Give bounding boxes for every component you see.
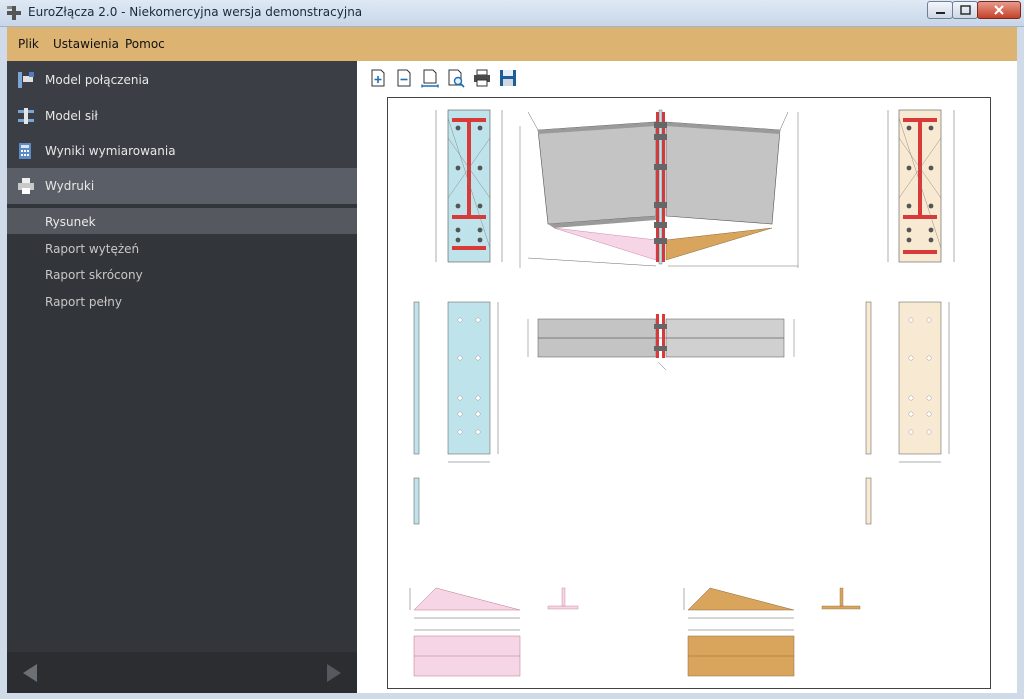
left-rib-detail <box>409 587 579 677</box>
print-icon[interactable] <box>472 68 492 88</box>
sidebar-item-label: Model sił <box>45 109 98 123</box>
new-page-icon[interactable] <box>368 68 388 88</box>
left-plate-detail <box>413 301 499 525</box>
calculator-icon <box>19 143 31 159</box>
forward-arrow-icon[interactable] <box>327 664 341 682</box>
sidebar-item-connection-model[interactable]: Model połączenia <box>7 62 357 98</box>
submenu-item-drawing[interactable]: Rysunek <box>7 208 357 234</box>
sidebar-item-label: Model połączenia <box>45 73 150 87</box>
sidebar-item-design-results[interactable]: Wyniki wymiarowania <box>7 133 357 169</box>
printer-icon <box>18 178 34 194</box>
close-icon <box>994 5 1004 15</box>
right-rib-detail <box>683 587 861 677</box>
submenu-item-label: Raport pełny <box>45 295 122 309</box>
beam-joint-view <box>519 109 799 268</box>
submenu-item-utilization-report[interactable]: Raport wytężeń <box>7 235 357 261</box>
sidebar-item-forces-model[interactable]: Model sił <box>7 98 357 134</box>
minimize-icon <box>936 12 945 14</box>
sidebar-footer <box>7 652 357 693</box>
submenu-item-label: Raport wytężeń <box>45 242 140 256</box>
fit-width-icon[interactable] <box>420 68 440 88</box>
menu-ustawienia[interactable]: Ustawienia <box>53 37 119 51</box>
submenu-item-short-report[interactable]: Raport skrócony <box>7 261 357 287</box>
sidebar-item-label: Wydruki <box>45 179 95 193</box>
submenu-item-label: Raport skrócony <box>45 268 143 282</box>
left-end-plate-elevation <box>435 109 503 263</box>
menu-bar: Plik Ustawienia Pomoc <box>7 27 1017 61</box>
sidebar-item-label: Wyniki wymiarowania <box>45 144 176 158</box>
close-button[interactable] <box>977 1 1021 19</box>
maximize-button[interactable] <box>952 1 978 19</box>
remove-page-icon[interactable] <box>394 68 414 88</box>
right-end-plate-elevation <box>887 109 955 263</box>
back-arrow-icon[interactable] <box>23 664 37 682</box>
title-bar: EuroZłącza 2.0 - Niekomercyjna wersja de… <box>0 0 1024 27</box>
app-logo-icon <box>7 6 21 20</box>
minimize-button[interactable] <box>927 1 953 19</box>
beam-plan-view <box>527 314 795 371</box>
window-title: EuroZłącza 2.0 - Niekomercyjna wersja de… <box>28 5 363 19</box>
connection-drawing <box>409 109 955 677</box>
zoom-page-icon[interactable] <box>446 68 466 88</box>
sidebar: Model połączenia Model sił Wyniki wymiar… <box>7 61 357 693</box>
drawing-view <box>357 61 1017 693</box>
submenu-item-full-report[interactable]: Raport pełny <box>7 288 357 314</box>
restore-icon <box>960 5 971 15</box>
right-plate-detail <box>865 301 950 525</box>
save-icon[interactable] <box>498 68 518 88</box>
menu-plik[interactable]: Plik <box>18 37 39 51</box>
drawing-page <box>387 97 991 689</box>
connection-model-icon <box>18 72 34 88</box>
submenu-item-label: Rysunek <box>45 215 96 229</box>
menu-pomoc[interactable]: Pomoc <box>125 37 165 51</box>
sidebar-item-printouts[interactable]: Wydruki <box>7 168 357 204</box>
printouts-submenu: Rysunek Raport wytężeń Raport skrócony R… <box>7 204 357 652</box>
forces-model-icon <box>18 108 34 124</box>
